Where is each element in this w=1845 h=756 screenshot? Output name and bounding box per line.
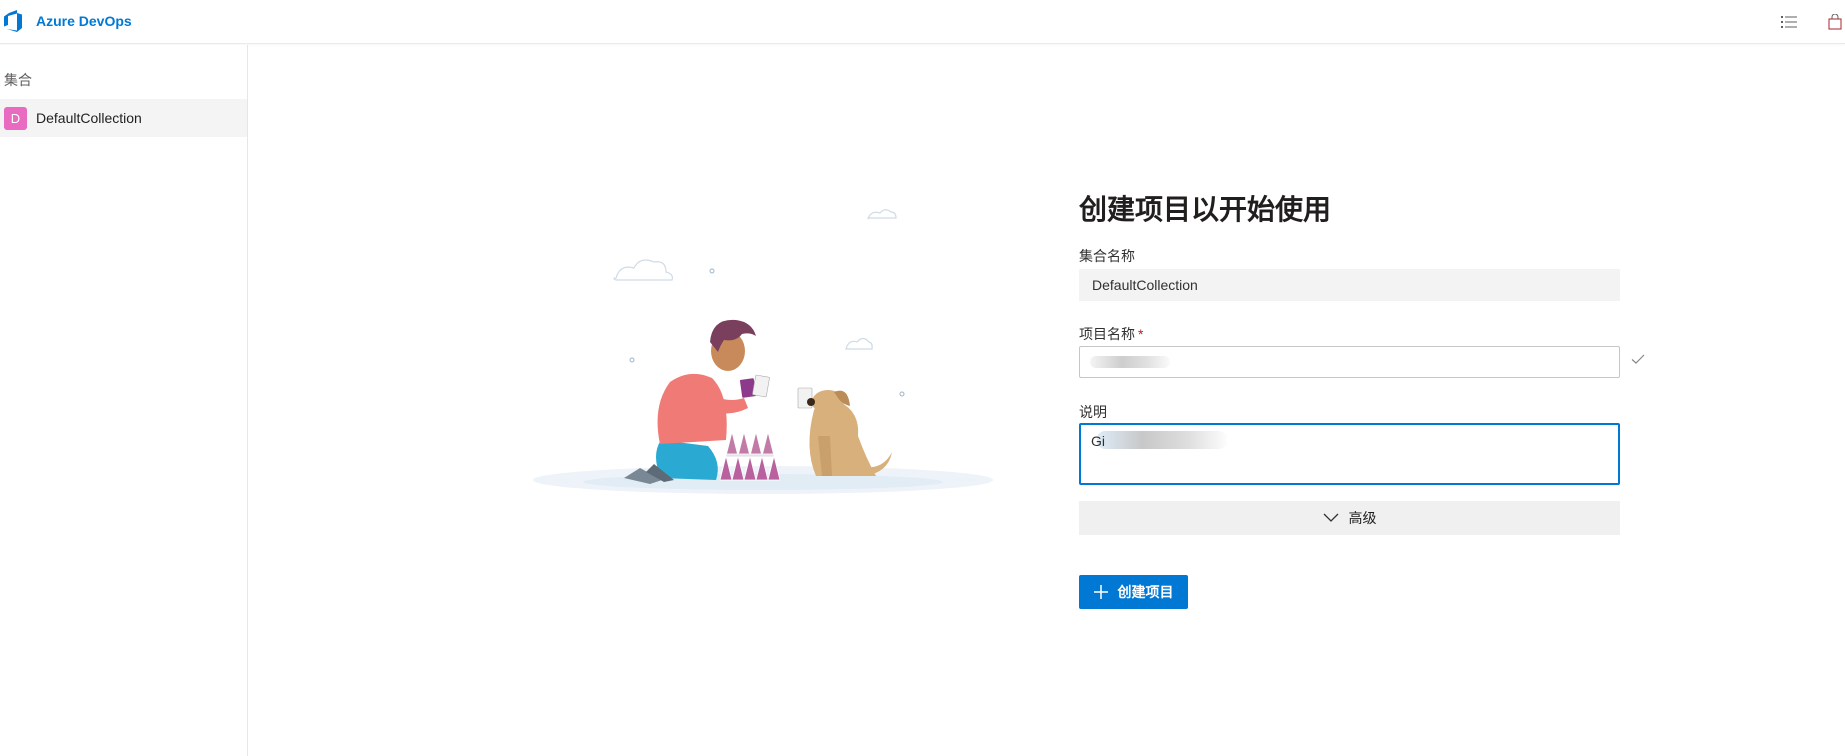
collection-name-field: DefaultCollection bbox=[1079, 269, 1620, 301]
create-project-label: 创建项目 bbox=[1117, 584, 1174, 600]
list-settings-icon[interactable] bbox=[1778, 11, 1800, 33]
shopping-bag-icon[interactable] bbox=[1824, 11, 1845, 33]
sidebar-item-label: DefaultCollection bbox=[36, 110, 142, 126]
collections-sidebar: 集合 D DefaultCollection bbox=[0, 45, 248, 756]
page-title: 创建项目以开始使用 bbox=[1079, 194, 1332, 225]
sidebar-item-defaultcollection[interactable]: D DefaultCollection bbox=[0, 99, 247, 137]
chevron-down-icon bbox=[1323, 513, 1338, 522]
plus-icon bbox=[1093, 585, 1108, 599]
description-label: 说明 bbox=[1079, 404, 1107, 420]
redacted-text bbox=[1097, 431, 1227, 449]
sidebar-heading: 集合 bbox=[4, 72, 32, 88]
project-name-label-text: 项目名称 bbox=[1079, 326, 1135, 342]
project-name-input[interactable] bbox=[1079, 346, 1620, 378]
description-value: Gi bbox=[1091, 433, 1105, 449]
brand-name[interactable]: Azure DevOps bbox=[36, 13, 132, 29]
advanced-label: 高级 bbox=[1348, 510, 1377, 526]
advanced-toggle-button[interactable]: 高级 bbox=[1079, 501, 1620, 535]
description-textarea[interactable]: Gi bbox=[1079, 423, 1620, 485]
checkmark-icon bbox=[1631, 354, 1645, 364]
project-name-label: 项目名称 * bbox=[1079, 324, 1143, 344]
collection-name-label: 集合名称 bbox=[1079, 248, 1135, 264]
create-project-button[interactable]: 创建项目 bbox=[1079, 575, 1188, 609]
redacted-text bbox=[1090, 356, 1170, 368]
house-of-cards-illustration bbox=[533, 209, 993, 494]
required-marker: * bbox=[1138, 326, 1144, 342]
collection-avatar: D bbox=[4, 106, 27, 130]
top-bar: Azure DevOps bbox=[0, 0, 1845, 44]
azure-devops-logo-icon[interactable] bbox=[2, 9, 26, 33]
